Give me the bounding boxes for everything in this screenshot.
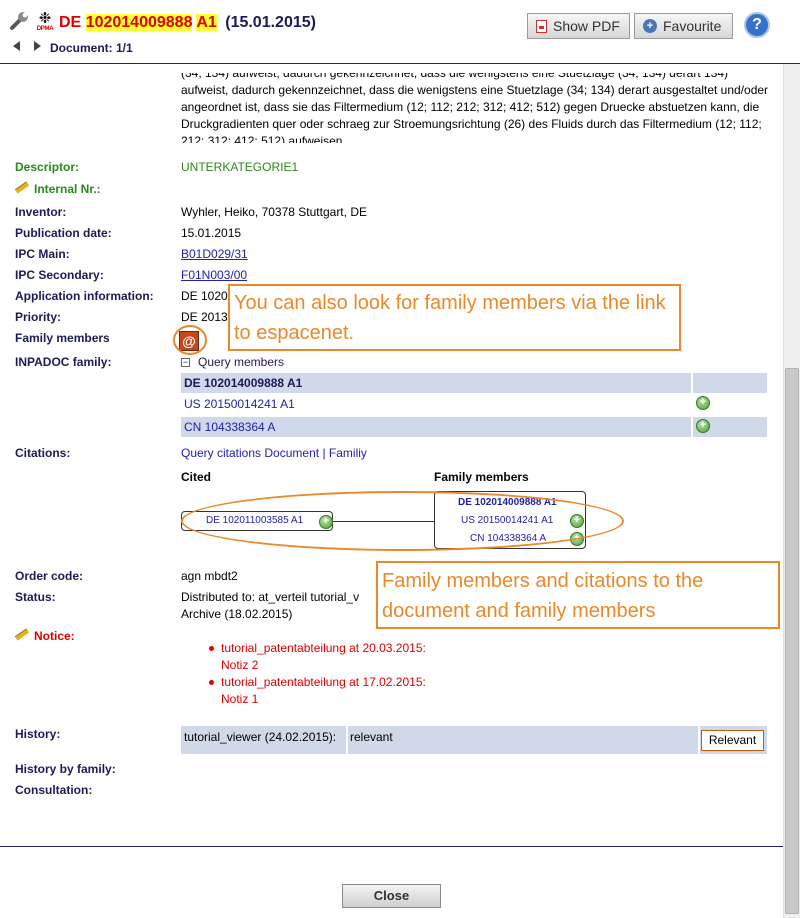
history-value: relevant — [348, 726, 698, 754]
doc-country: DE — [59, 14, 82, 31]
add-icon[interactable]: + — [696, 419, 710, 433]
pencil-icon — [14, 628, 30, 641]
tutorial-callout-espacenet: You can also look for family members via… — [228, 284, 681, 351]
show-pdf-button[interactable]: Show PDF — [527, 13, 630, 39]
scrollbar[interactable] — [783, 64, 800, 918]
inventor-value: Wyhler, Heiko, 70378 Stuttgart, DE — [181, 205, 367, 219]
highlight-ring — [173, 325, 207, 355]
family-member-link[interactable]: US 20150014241 A1 — [181, 394, 691, 414]
document-title: DE 102014009888 A1 (15.01.2015) — [59, 14, 316, 32]
scrollbar-thumb[interactable] — [785, 368, 799, 914]
family-member-link[interactable]: CN 104338364 A — [181, 417, 691, 437]
application-info-value: DE 1020 — [181, 289, 228, 303]
help-button[interactable]: ? — [744, 12, 770, 38]
table-row: CN 104338364 A + — [181, 417, 767, 437]
table-row: DE 102014009888 A1 — [181, 373, 767, 393]
ipc-secondary-value: F01N003/00 — [181, 268, 247, 282]
notice-item: tutorial_patentabteilung at 20.03.2015: … — [209, 641, 426, 672]
query-members-toggle[interactable]: − Query members — [181, 355, 284, 369]
favourite-button[interactable]: + Favourite — [634, 13, 733, 39]
history-by-family-label: History by family: — [15, 762, 116, 776]
ipc-main-link[interactable]: B01D029/31 — [181, 247, 248, 261]
ipc-main-label: IPC Main: — [15, 247, 70, 261]
next-document-icon[interactable] — [34, 41, 41, 51]
query-citations: Query citations Document | Familiy — [181, 446, 367, 460]
priority-label: Priority: — [15, 310, 62, 324]
document-header: ❉ DPMA DE 102014009888 A1 (15.01.2015) D… — [0, 0, 800, 64]
document-counter: Document: 1/1 — [50, 41, 133, 55]
publication-date-value: 15.01.2015 — [181, 226, 242, 240]
collapse-icon[interactable]: − — [181, 358, 190, 367]
relevant-button[interactable]: Relevant — [701, 730, 764, 751]
tutorial-callout-family: Family members and citations to the docu… — [376, 561, 780, 629]
highlight-ring — [181, 491, 624, 551]
family-member-current: DE 102014009888 A1 — [181, 373, 691, 393]
internal-nr-label[interactable]: Internal Nr.: — [14, 181, 101, 196]
ipc-main-value: B01D029/31 — [181, 247, 248, 261]
history-label: History: — [15, 727, 61, 741]
previous-document-icon[interactable] — [13, 41, 20, 51]
descriptor-label: Descriptor: — [15, 160, 80, 174]
divider — [0, 846, 783, 847]
ipc-secondary-label: IPC Secondary: — [15, 268, 104, 282]
status-archive: Archive (18.02.2015) — [181, 607, 293, 621]
descriptor-value: UNTERKATEGORIE1 — [181, 160, 299, 174]
pencil-icon — [14, 181, 30, 194]
query-citations-family-link[interactable]: Familiy — [329, 446, 367, 460]
history-entry: tutorial_viewer (24.02.2015): — [181, 726, 346, 754]
cited-heading: Cited — [181, 470, 211, 484]
doc-kind: A1 — [196, 14, 217, 31]
doc-number: 102014009888 — [85, 14, 193, 31]
priority-value: DE 2013 — [181, 310, 228, 324]
family-members-label: Family members — [15, 331, 110, 345]
dpma-logo: ❉ DPMA — [36, 10, 54, 32]
favourite-label: Favourite — [663, 18, 722, 34]
status-label: Status: — [15, 590, 56, 604]
wrench-icon[interactable] — [8, 10, 30, 32]
abstract-text: (34; 134) aufweist, dadurch gekennzeichn… — [181, 73, 769, 143]
query-citations-document-link[interactable]: Document — [264, 446, 319, 460]
notice-item: tutorial_patentabteilung at 17.02.2015: … — [209, 675, 426, 706]
family-members-heading: Family members — [434, 470, 529, 484]
plus-circle-icon: + — [643, 19, 657, 33]
inventor-label: Inventor: — [15, 205, 67, 219]
history-row: tutorial_viewer (24.02.2015): relevant R… — [181, 726, 767, 754]
add-icon[interactable]: + — [696, 396, 710, 410]
table-row: US 20150014241 A1 + — [181, 394, 767, 414]
citations-label: Citations: — [15, 446, 71, 460]
notice-label[interactable]: Notice: — [14, 628, 75, 643]
pdf-icon — [536, 19, 547, 33]
ipc-secondary-link[interactable]: F01N003/00 — [181, 268, 247, 282]
application-info-label: Application information: — [15, 289, 154, 303]
publication-date-label: Publication date: — [15, 226, 112, 240]
show-pdf-label: Show PDF — [553, 18, 620, 34]
consultation-label: Consultation: — [15, 783, 93, 797]
order-code-value: agn mbdt2 — [181, 569, 238, 583]
doc-date: (15.01.2015) — [225, 14, 316, 31]
close-button[interactable]: Close — [342, 884, 441, 908]
order-code-label: Order code: — [15, 569, 84, 583]
inpadoc-family-label: INPADOC family: — [15, 355, 112, 369]
status-distributed: Distributed to: at_verteil tutorial_v — [181, 590, 360, 604]
